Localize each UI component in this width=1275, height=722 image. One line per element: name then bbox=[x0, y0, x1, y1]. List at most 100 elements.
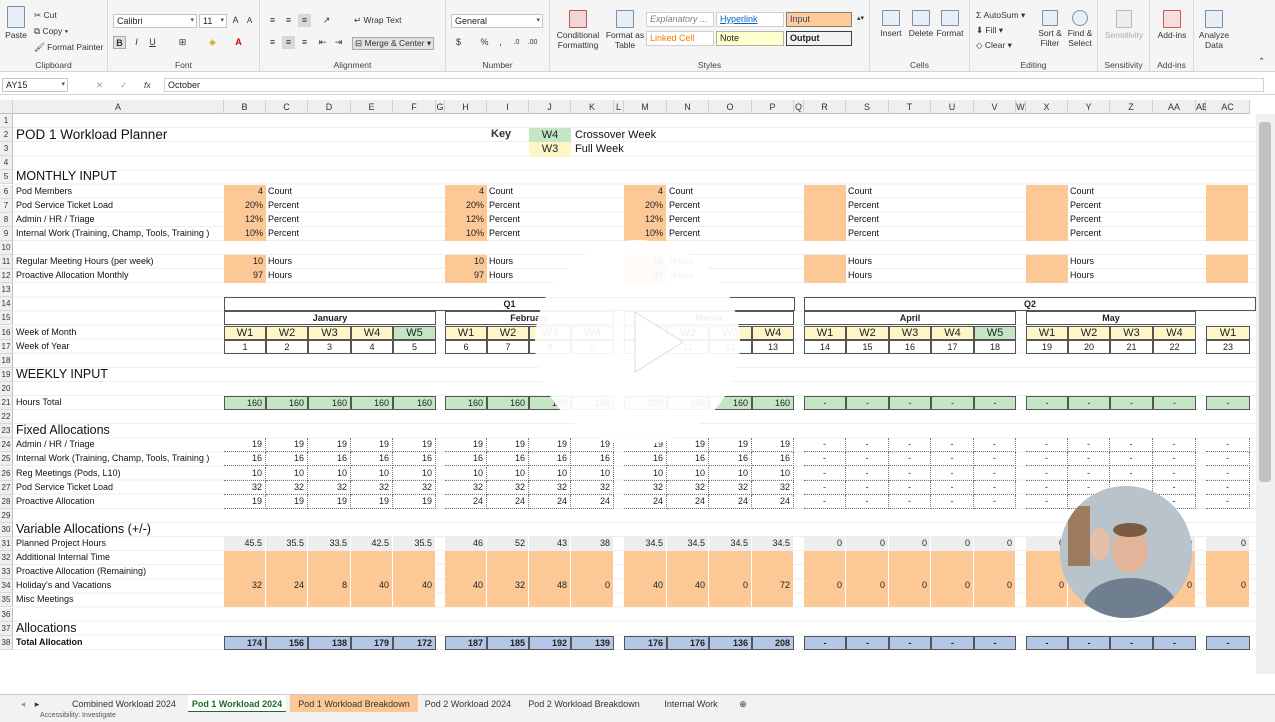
variable-alloc-cell[interactable] bbox=[266, 551, 308, 566]
variable-alloc-cell[interactable]: 34.5 bbox=[624, 537, 667, 551]
monthly-input-cell[interactable]: 10% bbox=[224, 226, 266, 241]
fill-button[interactable]: ⬇ Fill ▾ bbox=[976, 25, 1003, 36]
sort-filter-button[interactable]: Sort & Filter bbox=[1034, 10, 1066, 48]
week-header[interactable]: W1 bbox=[1026, 325, 1068, 340]
column-header[interactable]: K bbox=[571, 100, 614, 114]
variable-alloc-cell[interactable] bbox=[846, 565, 889, 580]
grow-font-icon[interactable]: A bbox=[229, 14, 242, 27]
column-header[interactable]: Z bbox=[1110, 100, 1153, 114]
variable-alloc-cell[interactable] bbox=[889, 565, 931, 580]
variable-alloc-cell[interactable] bbox=[846, 551, 889, 566]
row-header[interactable]: 4 bbox=[0, 156, 13, 171]
variable-alloc-cell[interactable] bbox=[804, 593, 846, 608]
variable-alloc-cell[interactable]: 0 bbox=[889, 579, 931, 594]
variable-alloc-cell[interactable] bbox=[1026, 593, 1068, 608]
monthly-input-cell[interactable] bbox=[1206, 269, 1248, 284]
style-linked-cell[interactable]: Linked Cell bbox=[646, 31, 714, 46]
variable-alloc-cell[interactable] bbox=[487, 551, 529, 566]
style-hyperlink[interactable]: Hyperlink bbox=[716, 12, 784, 27]
variable-alloc-cell[interactable]: 0 bbox=[974, 537, 1016, 551]
column-header[interactable]: R bbox=[804, 100, 846, 114]
row-header[interactable]: 13 bbox=[0, 283, 13, 298]
accessibility-status[interactable]: Accessibility: Investigate bbox=[40, 712, 116, 719]
row-header[interactable]: 22 bbox=[0, 410, 13, 425]
prev-sheet-icon[interactable]: ◂ bbox=[16, 695, 30, 713]
column-header[interactable]: A bbox=[13, 100, 224, 114]
merge-center-button[interactable]: ⊟ Merge & Center ▾ bbox=[352, 37, 435, 50]
week-header[interactable]: W2 bbox=[846, 325, 889, 340]
monthly-input-cell[interactable] bbox=[1026, 226, 1068, 241]
column-header[interactable]: L bbox=[614, 100, 624, 114]
column-header[interactable]: AC bbox=[1206, 100, 1250, 114]
comma-style-icon[interactable]: , bbox=[494, 36, 507, 49]
align-left-icon[interactable]: ≡ bbox=[266, 36, 279, 49]
decrease-indent-icon[interactable]: ⇤ bbox=[316, 36, 329, 49]
variable-alloc-cell[interactable]: 46 bbox=[445, 537, 487, 551]
variable-alloc-cell[interactable] bbox=[667, 565, 709, 580]
column-header[interactable]: F bbox=[393, 100, 436, 114]
variable-alloc-cell[interactable] bbox=[445, 551, 487, 566]
column-header[interactable]: O bbox=[709, 100, 752, 114]
monthly-input-cell[interactable]: 20% bbox=[445, 198, 487, 213]
monthly-input-cell[interactable] bbox=[804, 184, 846, 199]
row-header[interactable]: 26 bbox=[0, 466, 13, 481]
monthly-input-cell[interactable] bbox=[804, 269, 846, 284]
align-right-icon[interactable]: ≡ bbox=[298, 36, 311, 49]
variable-alloc-cell[interactable] bbox=[308, 565, 351, 580]
select-all-corner[interactable] bbox=[0, 100, 13, 114]
variable-alloc-cell[interactable]: 42.5 bbox=[351, 537, 393, 551]
variable-alloc-cell[interactable] bbox=[709, 565, 752, 580]
row-header[interactable]: 28 bbox=[0, 494, 13, 509]
monthly-input-cell[interactable] bbox=[804, 212, 846, 227]
week-header[interactable]: W1 bbox=[804, 325, 846, 340]
column-header[interactable]: V bbox=[974, 100, 1016, 114]
variable-alloc-cell[interactable] bbox=[1206, 551, 1250, 566]
variable-alloc-cell[interactable]: 52 bbox=[487, 537, 529, 551]
variable-alloc-cell[interactable]: 0 bbox=[846, 537, 889, 551]
variable-alloc-cell[interactable]: 0 bbox=[804, 537, 846, 551]
variable-alloc-cell[interactable]: 34.5 bbox=[752, 537, 794, 551]
row-header[interactable]: 5 bbox=[0, 170, 13, 185]
column-header[interactable]: B bbox=[224, 100, 266, 114]
variable-alloc-cell[interactable] bbox=[804, 565, 846, 580]
variable-alloc-cell[interactable] bbox=[1206, 593, 1250, 608]
sheet-tab[interactable]: Pod 1 Workload Breakdown bbox=[290, 695, 418, 713]
variable-alloc-cell[interactable]: 0 bbox=[974, 579, 1016, 594]
column-header[interactable]: W bbox=[1016, 100, 1026, 114]
cut-button[interactable]: ✂ Cut bbox=[34, 10, 57, 21]
variable-alloc-cell[interactable]: 0 bbox=[931, 579, 974, 594]
variable-alloc-cell[interactable] bbox=[931, 593, 974, 608]
monthly-input-cell[interactable]: 20% bbox=[224, 198, 266, 213]
name-box[interactable]: AY15 ▾ bbox=[2, 78, 68, 92]
sheet-tab[interactable]: Pod 2 Workload Breakdown bbox=[522, 695, 646, 713]
row-header[interactable]: 21 bbox=[0, 396, 13, 411]
font-name-select[interactable]: Calibri ▾ bbox=[113, 14, 197, 28]
row-header[interactable]: 16 bbox=[0, 325, 13, 340]
format-painter-button[interactable]: 🖌 Format Painter bbox=[34, 42, 103, 53]
shrink-font-icon[interactable]: A bbox=[243, 14, 256, 27]
week-header[interactable]: W4 bbox=[351, 325, 393, 340]
monthly-input-cell[interactable]: 97 bbox=[445, 269, 487, 284]
bold-icon[interactable]: B bbox=[113, 36, 126, 49]
variable-alloc-cell[interactable]: 0 bbox=[571, 579, 614, 594]
variable-alloc-cell[interactable]: 45.5 bbox=[224, 537, 266, 551]
monthly-input-cell[interactable] bbox=[1206, 184, 1248, 199]
monthly-input-cell[interactable]: 12% bbox=[445, 212, 487, 227]
row-header[interactable]: 32 bbox=[0, 551, 13, 566]
underline-icon[interactable]: U bbox=[146, 36, 159, 49]
row-header[interactable]: 15 bbox=[0, 311, 13, 326]
variable-alloc-cell[interactable]: 0 bbox=[709, 579, 752, 594]
variable-alloc-cell[interactable]: 34.5 bbox=[709, 537, 752, 551]
monthly-input-cell[interactable] bbox=[1026, 269, 1068, 284]
sensitivity-button[interactable]: Sensitivity bbox=[1102, 10, 1146, 40]
style-input[interactable]: Input bbox=[786, 12, 852, 27]
monthly-input-cell[interactable] bbox=[804, 198, 846, 213]
monthly-input-cell[interactable] bbox=[1206, 226, 1248, 241]
variable-alloc-cell[interactable]: 35.5 bbox=[266, 537, 308, 551]
variable-alloc-cell[interactable] bbox=[393, 593, 436, 608]
column-header[interactable]: C bbox=[266, 100, 308, 114]
style-explanatory[interactable]: Explanatory ... bbox=[646, 12, 714, 27]
wrap-text-button[interactable]: ↵ Wrap Text bbox=[354, 15, 401, 26]
monthly-input-cell[interactable]: 10% bbox=[624, 226, 666, 241]
monthly-input-cell[interactable] bbox=[1026, 255, 1068, 269]
